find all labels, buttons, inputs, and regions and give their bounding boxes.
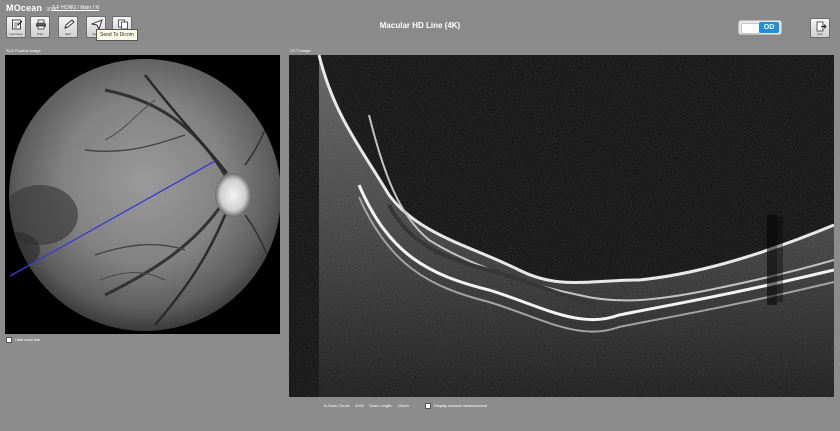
edit-button-label: Edit: [65, 32, 71, 36]
top-bar: MOcean 3000 S F HONG / Main / N Comment P…: [0, 0, 840, 44]
display-manual-measurement-option[interactable]: Display manual measurement: [425, 403, 487, 409]
scan-length: Scan Length: 12mm: [369, 403, 409, 408]
slo-fundus-image[interactable]: [5, 55, 280, 334]
a-scan-count-value: 4000: [355, 403, 365, 408]
breadcrumb[interactable]: S F HONG / Main / N: [52, 5, 99, 11]
scan-length-label: Scan Length:: [369, 403, 393, 408]
app-brand: MOcean 3000: [6, 3, 58, 13]
scan-length-value: 12mm: [397, 403, 409, 408]
oct-panel-label: OCT Image: [290, 48, 311, 53]
hide-scan-line-checkbox[interactable]: [6, 337, 12, 343]
hide-scan-line-label: Hide scan line: [15, 337, 41, 343]
exit-button[interactable]: Exit: [810, 18, 830, 38]
a-scan-count: A-Scan Count: 4000: [324, 403, 364, 408]
brand-name: MOcean: [6, 3, 43, 13]
page-title: Macular HD Line (4K): [379, 21, 461, 30]
fundus-panel-label: SLO Fundus Image: [6, 48, 41, 53]
oct-image[interactable]: [289, 55, 834, 397]
eye-toggle-label: OD: [759, 22, 779, 33]
display-manual-measurement-label: Display manual measurement: [434, 403, 487, 409]
comment-button-label: Comment: [9, 32, 23, 36]
toggle-knob[interactable]: [741, 23, 760, 34]
display-manual-measurement-checkbox[interactable]: [425, 403, 431, 409]
fundus-svg: [9, 59, 280, 331]
eye-toggle[interactable]: OD: [738, 20, 782, 35]
speckle-noise: [289, 55, 834, 397]
a-scan-count-label: A-Scan Count:: [324, 403, 351, 408]
vessel-shadow: [777, 217, 783, 302]
optic-disc: [215, 173, 251, 217]
print-button-label: Print: [36, 32, 44, 36]
exit-door-icon: [816, 21, 827, 32]
oct-svg: [289, 55, 834, 397]
vessel-shadow: [767, 215, 777, 305]
send-to-dicom-tooltip: Send To Dicom: [96, 29, 138, 41]
exit-button-label: Exit: [817, 32, 823, 36]
hide-scan-line-option[interactable]: Hide scan line: [6, 337, 40, 343]
